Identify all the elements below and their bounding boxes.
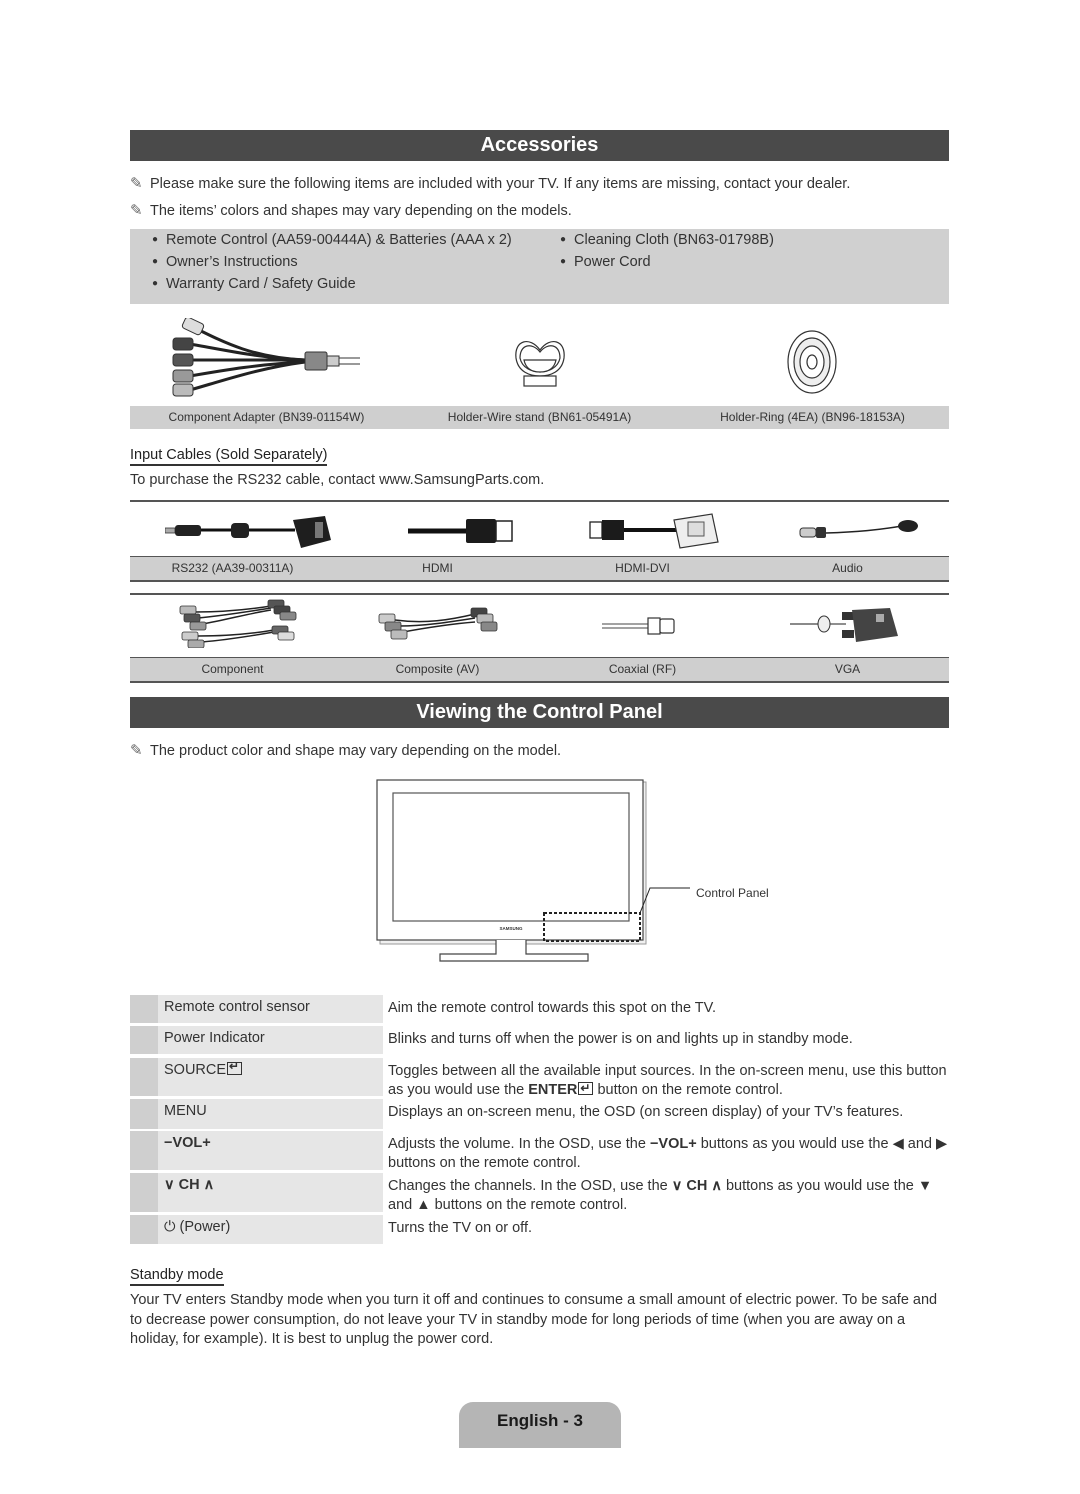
hdmi-dvi-cable-icon <box>588 512 723 550</box>
included-item: ● Power Cord <box>560 254 651 270</box>
divider <box>130 593 949 595</box>
page-number-tab: English - 3 <box>459 1402 621 1448</box>
standby-text: Your TV enters Standby mode when you tur… <box>130 1292 938 1347</box>
hdmi-cable-icon <box>408 516 518 546</box>
included-item: ● Remote Control (AA59-00444A) & Batterie… <box>152 232 512 248</box>
included-item: ● Owner’s Instructions <box>152 254 298 270</box>
tv-brand-logo: SAMSUNG <box>499 926 523 931</box>
cable-row2-caption-bar: Component Composite (AV) Coaxial (RF) VG… <box>130 658 949 681</box>
part-caption: Holder-Wire stand (BN61-05491A) <box>447 410 632 424</box>
note-pencil-icon: ✎ <box>130 175 143 192</box>
included-item: ● Cleaning Cloth (BN63-01798B) <box>560 232 774 248</box>
included-items-box: ● Remote Control (AA59-00444A) & Batterie… <box>130 229 949 304</box>
part-caption: Component Adapter (BN39-01154W) <box>168 410 365 424</box>
divider <box>130 681 949 683</box>
composite-cable-icon <box>375 606 503 646</box>
divider <box>130 580 949 582</box>
control-row-remote-sensor: Remote control sensor Aim the remote con… <box>130 995 949 1023</box>
vga-cable-icon <box>790 606 902 646</box>
note-pencil-icon: ✎ <box>130 202 143 219</box>
component-adapter-icon <box>165 318 365 400</box>
power-icon: ⏻ <box>164 1219 176 1235</box>
chevron-down-icon: ∨ <box>164 1177 175 1193</box>
control-row-volume: −VOL+ Adjusts the volume. In the OSD, us… <box>130 1131 949 1171</box>
tv-diagram: SAMSUNG <box>374 778 774 968</box>
cable-caption: VGA <box>834 662 861 676</box>
cable-caption: Coaxial (RF) <box>608 662 677 676</box>
input-cables-heading: Input Cables (Sold Separately) <box>130 447 328 466</box>
cable-caption: RS232 (AA39-00311A) <box>171 561 294 575</box>
component-cable-icon <box>176 598 302 648</box>
part-caption: Holder-Ring (4EA) (BN96-18153A) <box>720 410 905 424</box>
input-cables-note: To purchase the RS232 cable, contact www… <box>130 472 545 488</box>
cable-caption: Component <box>201 662 264 676</box>
control-panel-title: Viewing the Control Panel <box>130 697 949 728</box>
enter-icon <box>227 1059 243 1075</box>
accessories-note-1: ✎ Please make sure the following items ar… <box>130 175 851 192</box>
cable-row1-caption-bar: RS232 (AA39-00311A) HDMI HDMI-DVI Audio <box>130 557 949 580</box>
control-panel-note: ✎ The product color and shape may vary de… <box>130 742 562 759</box>
cable-caption: HDMI-DVI <box>615 561 670 575</box>
control-row-power-indicator: Power Indicator Blinks and turns off whe… <box>130 1026 949 1054</box>
coaxial-cable-icon <box>600 614 680 638</box>
control-row-menu: MENU Displays an on-screen menu, the OSD… <box>130 1099 949 1129</box>
control-panel-callout: Control Panel <box>696 886 769 900</box>
control-row-channel: ∨ CH ∧ Changes the channels. In the OSD,… <box>130 1173 949 1213</box>
holder-ring-icon <box>784 328 840 396</box>
accessories-note-2: ✎ The items’ colors and shapes may vary d… <box>130 202 572 219</box>
control-row-source: SOURCE Toggles between all the available… <box>130 1058 949 1098</box>
rs232-cable-icon <box>165 512 335 552</box>
cable-caption: HDMI <box>422 561 453 575</box>
chevron-up-icon: ∧ <box>203 1177 215 1193</box>
standby-heading: Standby mode <box>130 1267 224 1286</box>
divider <box>130 500 949 502</box>
control-row-power: ⏻ (Power) Turns the TV on or off. <box>130 1215 949 1244</box>
included-item: ● Warranty Card / Safety Guide <box>152 276 356 292</box>
cable-caption: Audio <box>832 561 863 575</box>
accessories-title: Accessories <box>130 130 949 161</box>
accessory-parts-caption-bar: Component Adapter (BN39-01154W) Holder-W… <box>130 406 949 429</box>
audio-cable-icon <box>798 516 920 544</box>
holder-wire-stand-icon <box>510 336 570 392</box>
cable-caption: Composite (AV) <box>395 662 480 676</box>
enter-icon <box>578 1079 594 1098</box>
note-pencil-icon: ✎ <box>130 742 143 759</box>
